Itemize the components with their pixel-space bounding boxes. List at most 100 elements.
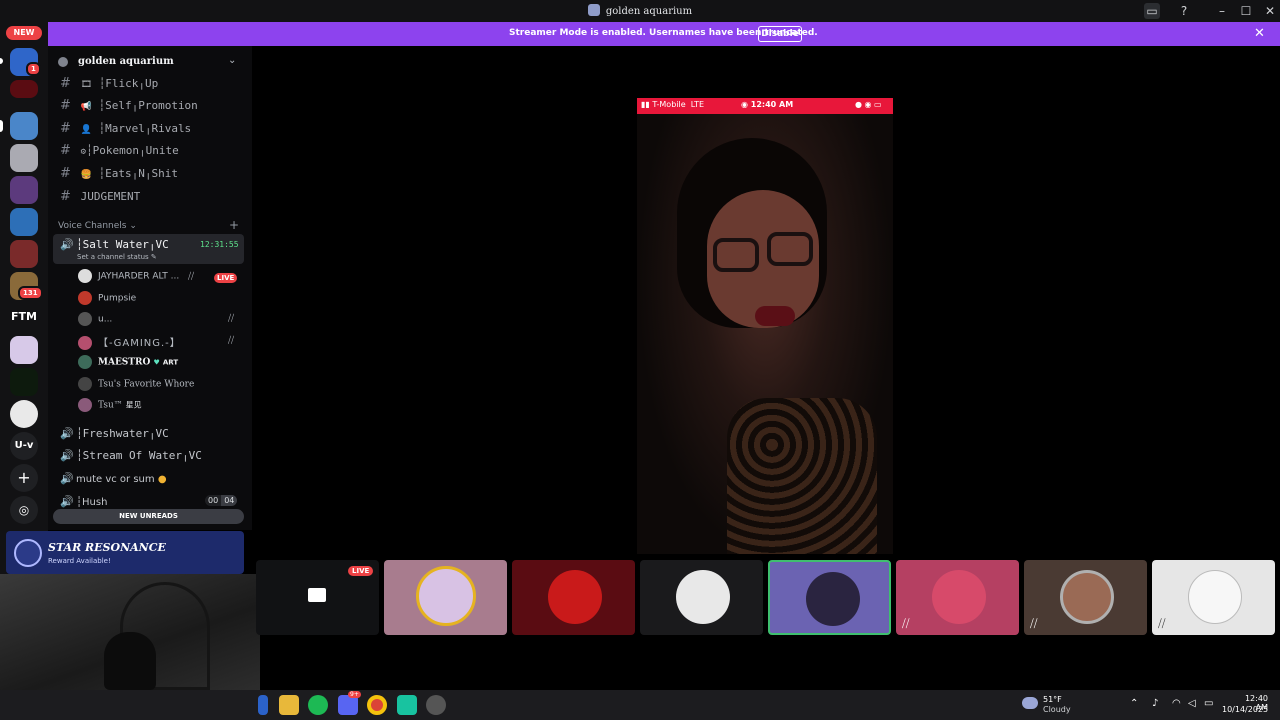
channel-self-promotion[interactable]: # 📢 ┆Self╷Promotion [60,98,198,113]
file-explorer-icon[interactable] [279,695,299,715]
stream-of-water-vc[interactable]: 🔊 ┆Stream Of Water╷VC [60,449,202,462]
new-badge[interactable]: NEW [6,26,42,40]
server-icon-6[interactable] [10,208,38,236]
spotify-icon[interactable] [308,695,328,715]
member-tsus-favorite[interactable]: Tsu's Favorite Whore [78,377,194,395]
webcam-overlay [0,574,260,690]
server-icon [587,4,600,16]
chevron-down-icon[interactable]: ⌄ [228,55,236,66]
member-tsu[interactable]: Tsu™ 星见 [78,398,142,416]
guild-icon [58,57,68,67]
unread-count-badge: 131 [18,286,43,300]
speaker-icon: 🔊 [60,472,74,485]
app-icon-round[interactable] [426,695,446,715]
speaker-icon: 🔊 [60,449,74,462]
app-icon[interactable] [258,695,268,715]
avatar [1060,570,1114,624]
member-maestro[interactable]: MAESTRO ♥ ART [78,355,178,373]
member-u[interactable]: u... [78,312,112,330]
app-icon-green[interactable] [397,695,417,715]
screen-share-icon [308,588,326,602]
wifi-icon[interactable]: ◠ [1172,698,1181,709]
participant-tile-screen[interactable]: LIVE [256,560,379,635]
voice-channels-header[interactable]: Voice Channels ⌄ [58,221,137,231]
battery-icon[interactable]: ▭ [1204,698,1213,709]
reward-title: STAR RESONANCE [48,541,166,554]
phone-time: ◉ 12:40 AM [741,100,794,109]
freshwater-vc[interactable]: 🔊 ┆Freshwater╷VC [60,427,169,440]
mute-vc-or-sum[interactable]: 🔊 mute vc or sum ● [60,472,167,485]
maximize-button[interactable]: ☐ [1238,3,1254,19]
server-icon-2[interactable] [10,80,38,98]
glasses-right [767,232,813,266]
streamer-mode-banner: Streamer Mode is enabled. Usernames have… [48,22,1280,46]
leopard-top [727,398,877,554]
lips [755,306,795,326]
close-window-button[interactable]: ✕ [1262,3,1278,19]
pencil-icon: ✎ [150,253,157,261]
salt-water-vc[interactable]: 🔊 ┆Salt Water╷VC [60,238,169,251]
server-icon-7[interactable] [10,240,38,268]
hash-icon: # [60,143,71,158]
reward-card[interactable]: STAR RESONANCE Reward Available! [6,531,244,574]
webcam-person [104,632,156,690]
participant-tile-7[interactable]: ⧸⧸ [1024,560,1147,635]
channel-judgement[interactable]: # JUDGEMENT [60,189,140,204]
hash-icon: # [60,121,71,136]
ftm-server[interactable]: FTM [8,310,40,323]
weather-icon[interactable] [1022,697,1038,709]
live-badge: LIVE [214,273,238,283]
avatar [548,570,602,624]
channel-marvel-rivals[interactable]: # 👤 ┆Marvel╷Rivals [60,121,191,136]
participant-tile-6[interactable]: ⧸⧸ [896,560,1019,635]
server-icon-5[interactable] [10,176,38,204]
hush-vc[interactable]: 🔊 ┆Hush [60,495,107,508]
deafened-icon: ⧸⧸ [188,272,195,282]
server-icon-11[interactable] [10,400,38,428]
channel-pokemon-unite[interactable]: # ⚙┆Pokemon╷Unite [60,143,179,158]
discord-icon[interactable] [338,695,358,715]
mention-badge: 1 [26,62,41,76]
participant-tile-3[interactable] [512,560,635,635]
battery-icon: ● ◉ ▭ [855,100,882,109]
channel-eats-n-shit[interactable]: # 🍔 ┆Eats╷N╷Shit [60,166,178,181]
channel-status[interactable]: Set a channel status ✎ [77,253,157,261]
minimize-button[interactable]: – [1214,3,1230,19]
avatar [78,377,92,391]
clock-date[interactable]: 10/14/2025 [1222,705,1268,714]
avatar [932,570,986,624]
add-channel-icon[interactable]: + [229,218,239,232]
disable-button[interactable]: Disable [758,26,802,42]
discover-icon[interactable]: ◎ [10,496,38,524]
server-icon-4[interactable] [10,144,38,172]
participant-tile-5[interactable] [768,560,891,635]
member-pumpsie[interactable]: Pumpsie [78,291,136,309]
inbox-icon[interactable]: ▭ [1144,3,1160,19]
server-icon-9[interactable] [10,336,38,364]
member-jayharder[interactable]: JAYHARDER ALT ... [78,269,179,287]
participant-tile-2[interactable] [384,560,507,635]
avatar [78,398,92,412]
volume-icon[interactable]: ◁ [1188,698,1196,709]
participant-tile-4[interactable] [640,560,763,635]
add-server-icon[interactable]: + [10,464,38,492]
guild-name[interactable]: golden aquarium [58,56,174,67]
microphone-icon[interactable]: ♪ [1152,698,1158,709]
muted-mic-icon: ⧸⧸ [1030,617,1038,630]
close-banner-icon[interactable]: ✕ [1254,26,1265,41]
server-icon-10[interactable] [10,368,38,396]
heart-icon: ♥ [153,357,160,367]
help-icon[interactable]: ? [1176,3,1192,19]
emoji-icon: ● [157,474,167,485]
new-unreads-button[interactable]: NEW UNREADS [53,509,244,524]
channel-flick-up[interactable]: # 🎞 ┆Flick╷Up [60,76,158,91]
stream-video[interactable]: ▮▮ T-Mobile LTE ◉ 12:40 AM ● ◉ ▭ [637,98,893,554]
participant-tile-8[interactable]: ⧸⧸ [1152,560,1275,635]
speaker-icon: 🔊 [60,238,74,251]
member-gaming[interactable]: 【-GAMING.-】 [78,334,181,352]
server-icon-3[interactable] [10,112,38,140]
chrome-icon[interactable] [367,695,387,715]
star-resonance-logo [14,539,42,567]
chevron-up-icon[interactable]: ⌃ [1130,698,1138,709]
uv-server[interactable]: U-v [10,432,38,460]
